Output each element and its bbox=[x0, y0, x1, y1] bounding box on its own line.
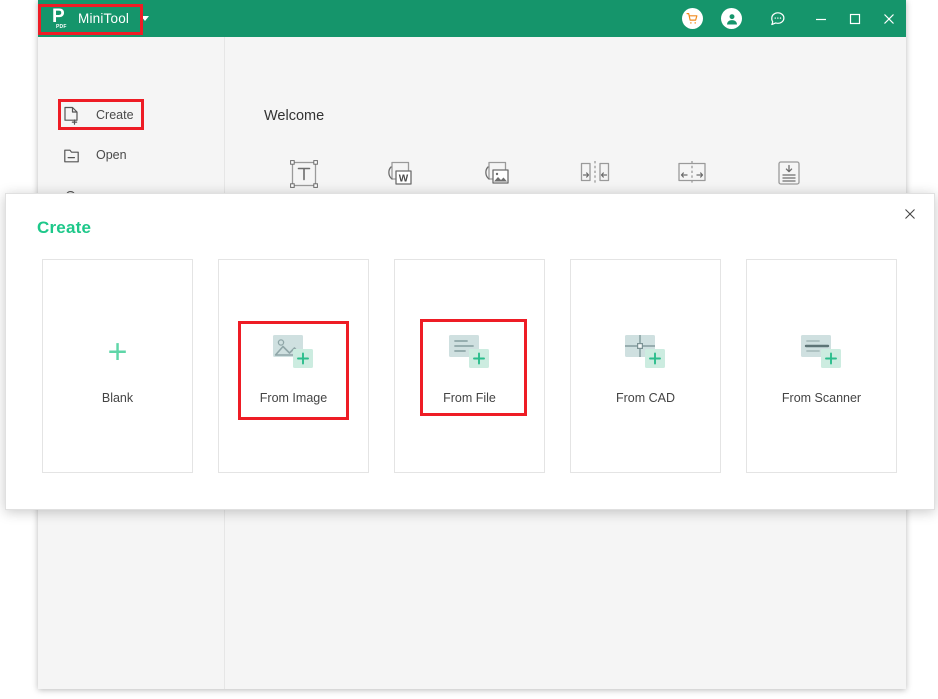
create-dialog: Create + Blank From Image From File From… bbox=[5, 193, 935, 510]
chat-bubble-icon[interactable] bbox=[760, 0, 794, 37]
close-icon[interactable] bbox=[872, 0, 906, 37]
maximize-icon[interactable] bbox=[838, 0, 872, 37]
create-card-blank[interactable]: + Blank bbox=[42, 259, 193, 473]
user-account-icon[interactable] bbox=[721, 8, 742, 29]
compress-pdf-icon bbox=[772, 157, 806, 196]
svg-text:W: W bbox=[398, 174, 408, 185]
text-tool-icon bbox=[287, 157, 321, 196]
folder-open-icon bbox=[60, 147, 82, 164]
minimize-icon[interactable] bbox=[804, 0, 838, 37]
brand-name-label: MiniTool bbox=[78, 11, 130, 26]
create-card-from-scanner[interactable]: From Scanner bbox=[746, 259, 897, 473]
titlebar-controls bbox=[682, 0, 906, 37]
create-card-from-image[interactable]: From Image bbox=[218, 259, 369, 473]
sidebar-item-label: Create bbox=[96, 108, 134, 122]
file-plus-icon bbox=[445, 327, 495, 377]
page-title: Welcome bbox=[264, 108, 325, 124]
document-plus-icon bbox=[60, 106, 82, 125]
create-card-label: Blank bbox=[101, 391, 134, 405]
dialog-title: Create bbox=[37, 218, 92, 237]
sidebar-item-open[interactable]: Open bbox=[60, 139, 208, 171]
create-options-row: + Blank From Image From File From CAD Fr… bbox=[42, 259, 897, 473]
create-card-from-file[interactable]: From File bbox=[394, 259, 545, 473]
sidebar-item-create[interactable]: Create bbox=[60, 99, 208, 131]
brand-menu[interactable]: P PDF MiniTool bbox=[46, 6, 155, 32]
merge-pdf-icon bbox=[578, 157, 612, 196]
image-plus-icon bbox=[269, 327, 319, 377]
shopping-cart-icon[interactable] bbox=[682, 8, 703, 29]
title-bar: P PDF MiniTool bbox=[38, 0, 906, 37]
scanner-plus-icon bbox=[797, 327, 847, 377]
pdf-to-image-icon bbox=[481, 157, 515, 196]
create-card-label: From Scanner bbox=[781, 391, 862, 405]
sidebar-item-label: Open bbox=[96, 148, 127, 162]
create-card-label: From File bbox=[443, 391, 496, 405]
create-card-label: From CAD bbox=[615, 391, 676, 405]
cad-plus-icon bbox=[621, 327, 671, 377]
pdf-to-word-icon: W bbox=[384, 157, 418, 196]
split-pdf-icon bbox=[675, 157, 709, 196]
close-icon[interactable] bbox=[898, 202, 922, 226]
chevron-down-icon bbox=[141, 16, 150, 21]
plus-icon: + bbox=[107, 333, 128, 371]
create-card-label: From Image bbox=[259, 391, 328, 405]
create-card-from-cad[interactable]: From CAD bbox=[570, 259, 721, 473]
logo-subtext: PDF bbox=[56, 24, 67, 30]
minitool-pdf-logo-icon: P PDF bbox=[52, 7, 71, 30]
